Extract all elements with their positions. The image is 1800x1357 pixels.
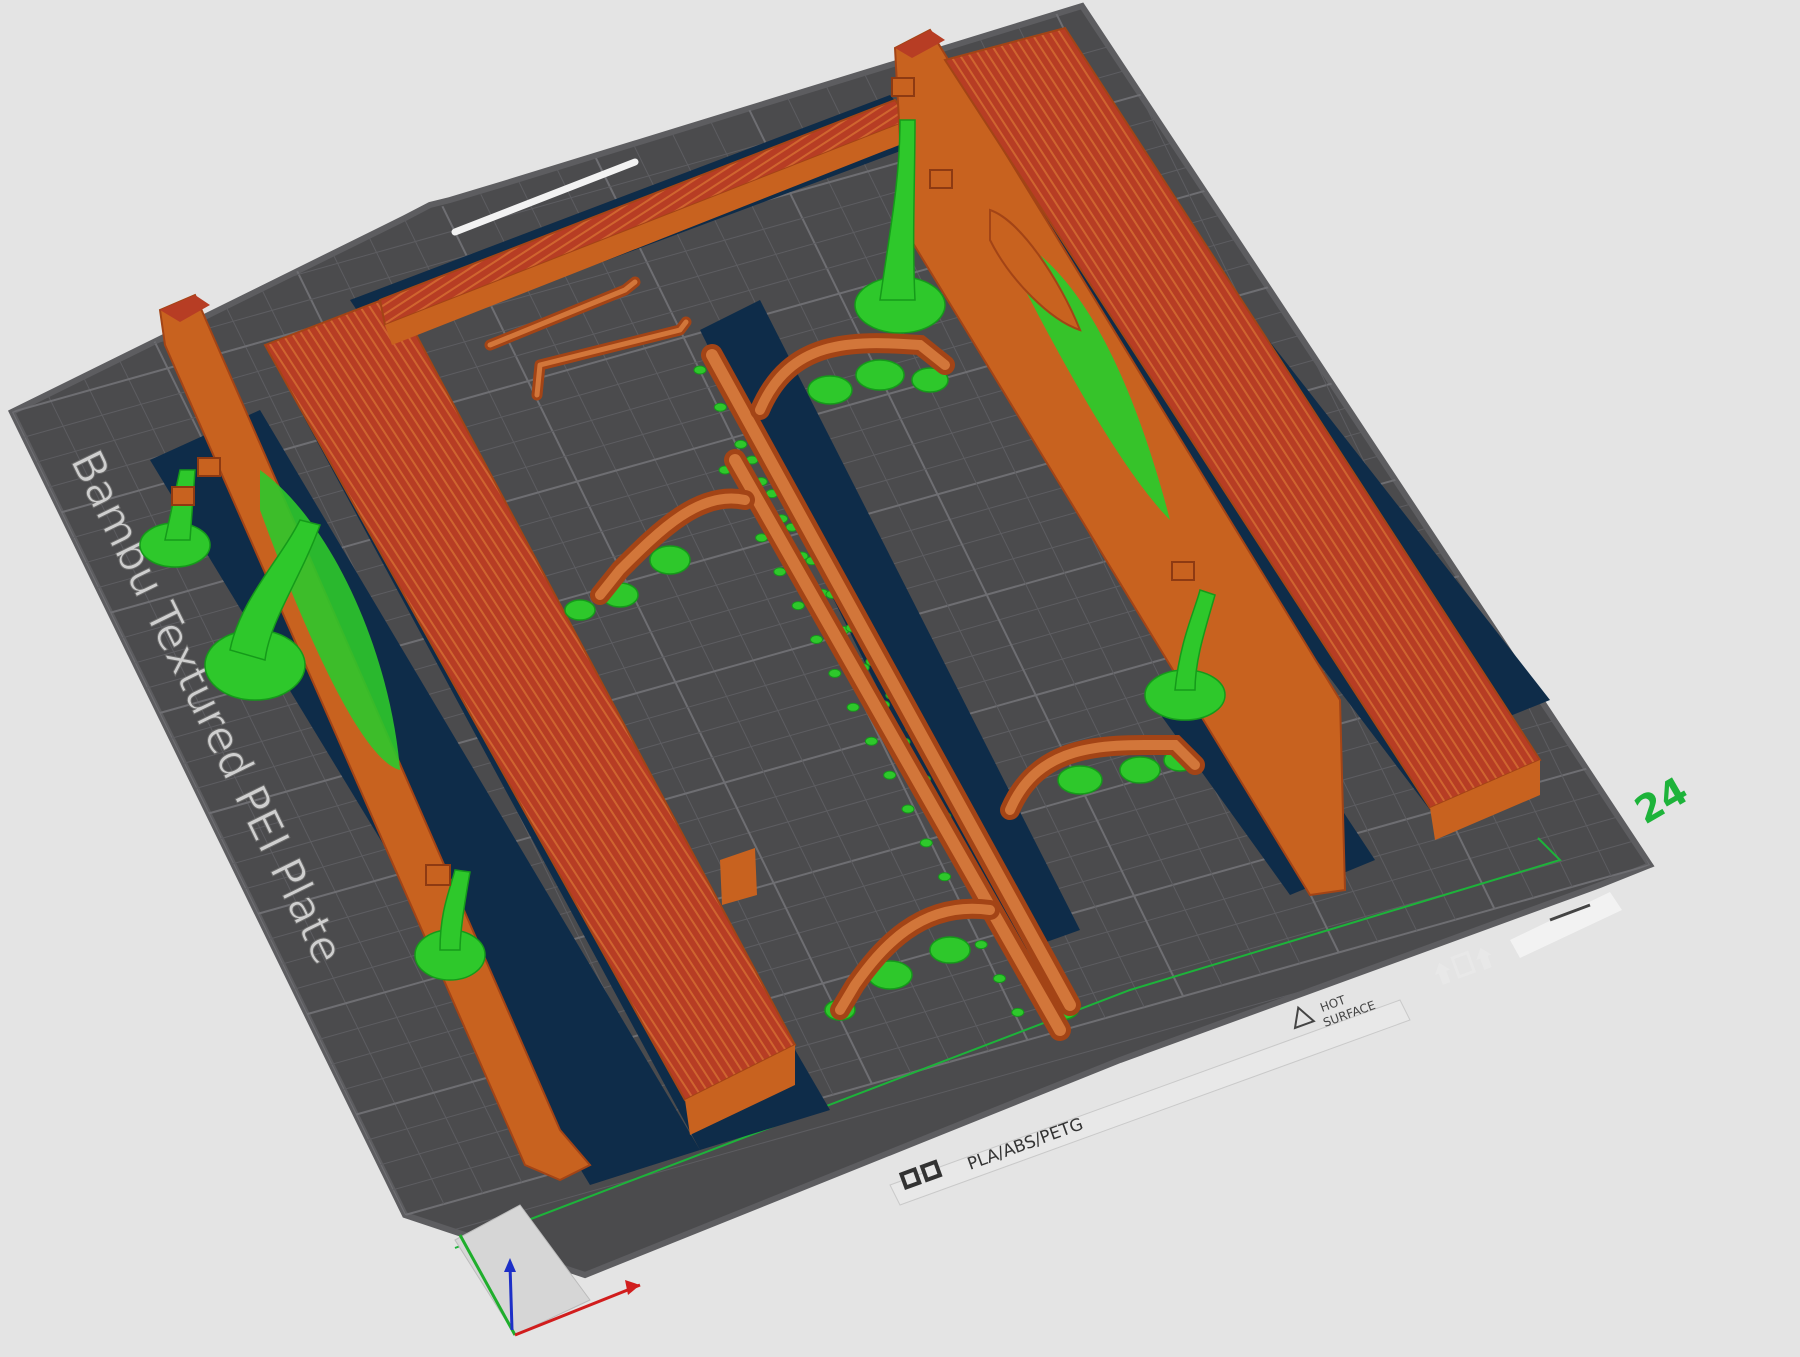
- support-dot: [901, 804, 915, 814]
- support-dot: [938, 872, 952, 882]
- support-dot: [974, 940, 988, 950]
- support-dot: [734, 439, 748, 449]
- support-dot: [883, 770, 897, 780]
- build-plate-scene: Bambu Textured PEI Plate 24 PLA/ABS/PETG…: [7, 2, 1696, 1337]
- support-dot: [773, 567, 787, 577]
- support-dot: [810, 635, 823, 644]
- support-dot: [993, 974, 1006, 983]
- plate-number[interactable]: 24: [1628, 768, 1696, 833]
- support-dot: [919, 838, 933, 848]
- 3d-viewport[interactable]: Bambu Textured PEI Plate 24 PLA/ABS/PETG…: [0, 0, 1800, 1352]
- warning-triangle-icon: [1293, 1005, 1316, 1030]
- plate-orientation-icons: [1435, 947, 1492, 985]
- support-dot: [828, 668, 842, 678]
- support-dot: [864, 736, 878, 746]
- support-dot: [846, 702, 860, 712]
- support-dot: [713, 402, 727, 412]
- support-dot: [791, 601, 805, 611]
- support-dot: [1011, 1007, 1025, 1017]
- support-dot: [693, 365, 707, 375]
